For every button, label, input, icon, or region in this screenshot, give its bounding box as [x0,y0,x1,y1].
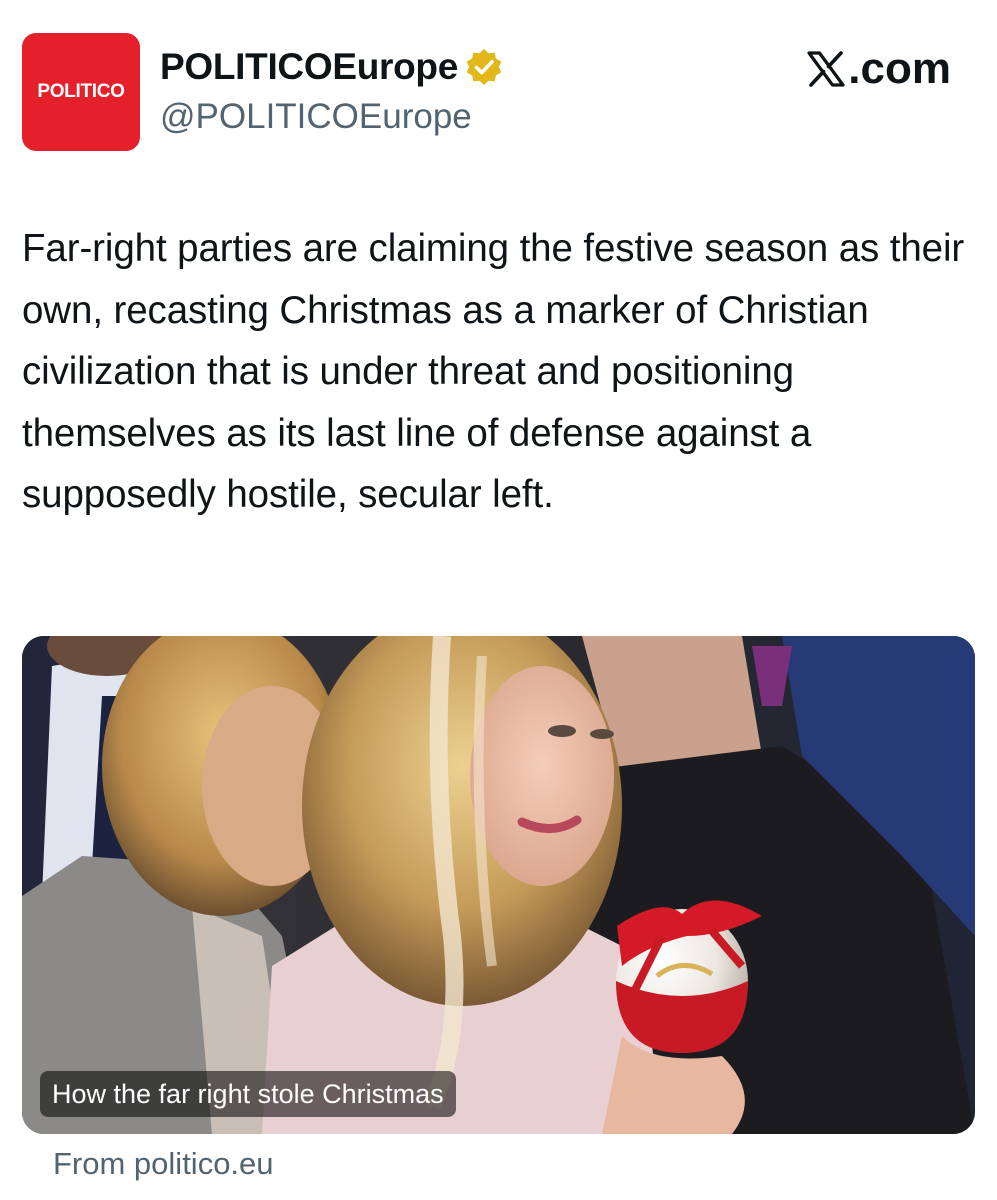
avatar-logo-text: POLITICO [37,81,125,102]
display-name[interactable]: POLITICOEurope [160,46,458,88]
link-source[interactable]: From politico.eu [53,1146,274,1182]
account-handle[interactable]: @POLITICOEurope [160,97,472,137]
link-card-caption: How the far right stole Christmas [40,1071,456,1117]
card-photo [22,636,975,1134]
link-card[interactable]: How the far right stole Christmas [22,636,975,1134]
x-logo-icon [807,51,845,87]
avatar[interactable]: POLITICO [22,33,140,151]
brand-label: .com [848,44,951,93]
tweet-text: Far-right parties are claiming the festi… [22,227,965,516]
brand-logo: .com [806,44,951,94]
verified-badge-icon [466,49,502,85]
display-name-row: POLITICOEurope [160,46,504,88]
